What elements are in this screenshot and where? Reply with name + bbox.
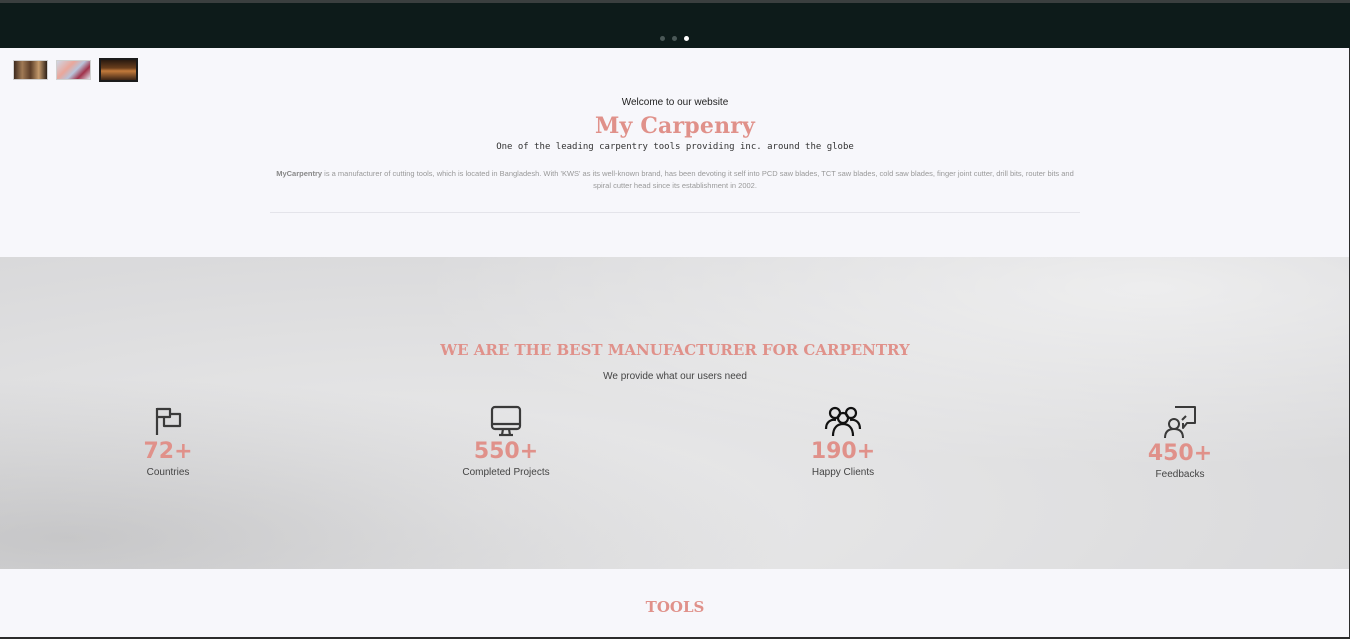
- stat-feedbacks: 450+ Feedbacks: [1100, 405, 1260, 480]
- stat-value: 72+: [143, 439, 193, 464]
- company-description: MyCarpentry is a manufacturer of cutting…: [275, 168, 1075, 192]
- description-text: is a manufacturer of cutting tools, whic…: [322, 169, 1074, 190]
- stats-title: WE ARE THE BEST MANUFACTURER FOR CARPENT…: [440, 341, 910, 359]
- carousel-thumbnail-2[interactable]: [56, 60, 91, 80]
- stats-section: WE ARE THE BEST MANUFACTURER FOR CARPENT…: [0, 257, 1350, 569]
- carousel-thumbnail-3[interactable]: [99, 58, 138, 82]
- intro-section: Welcome to our website My Carpenry One o…: [0, 97, 1350, 192]
- stat-value: 450+: [1147, 441, 1213, 466]
- site-title: My Carpenry: [594, 113, 756, 139]
- stat-clients: 190+ Happy Clients: [763, 405, 923, 478]
- stat-label: Feedbacks: [1155, 469, 1205, 480]
- stat-label: Countries: [146, 467, 190, 478]
- monitor-icon: [490, 405, 522, 437]
- carousel-dot-2[interactable]: [672, 36, 677, 41]
- stat-projects: 550+ Completed Projects: [426, 405, 586, 478]
- stat-value: 190+: [810, 439, 876, 464]
- hero-banner: [0, 3, 1350, 48]
- stats-subtitle: We provide what our users need: [603, 371, 747, 382]
- stat-label: Happy Clients: [811, 467, 875, 478]
- welcome-text: Welcome to our website: [621, 97, 729, 108]
- users-icon: [824, 406, 862, 437]
- carousel-indicators: [660, 36, 689, 41]
- stat-label: Completed Projects: [462, 467, 550, 478]
- flag-icon: [155, 407, 182, 435]
- description-brand: MyCarpentry: [276, 169, 323, 178]
- carousel-dot-1[interactable]: [660, 36, 665, 41]
- stat-value: 550+: [473, 439, 539, 464]
- tools-title: TOOLS: [645, 598, 705, 616]
- tagline: One of the leading carpentry tools provi…: [496, 142, 854, 152]
- section-divider: [270, 212, 1080, 213]
- carousel-thumbnail-1[interactable]: [13, 60, 48, 80]
- stat-countries: 72+ Countries: [88, 405, 248, 478]
- carousel-thumbnails: [13, 58, 138, 82]
- feedback-icon: [1164, 406, 1196, 439]
- carousel-dot-3[interactable]: [684, 36, 689, 41]
